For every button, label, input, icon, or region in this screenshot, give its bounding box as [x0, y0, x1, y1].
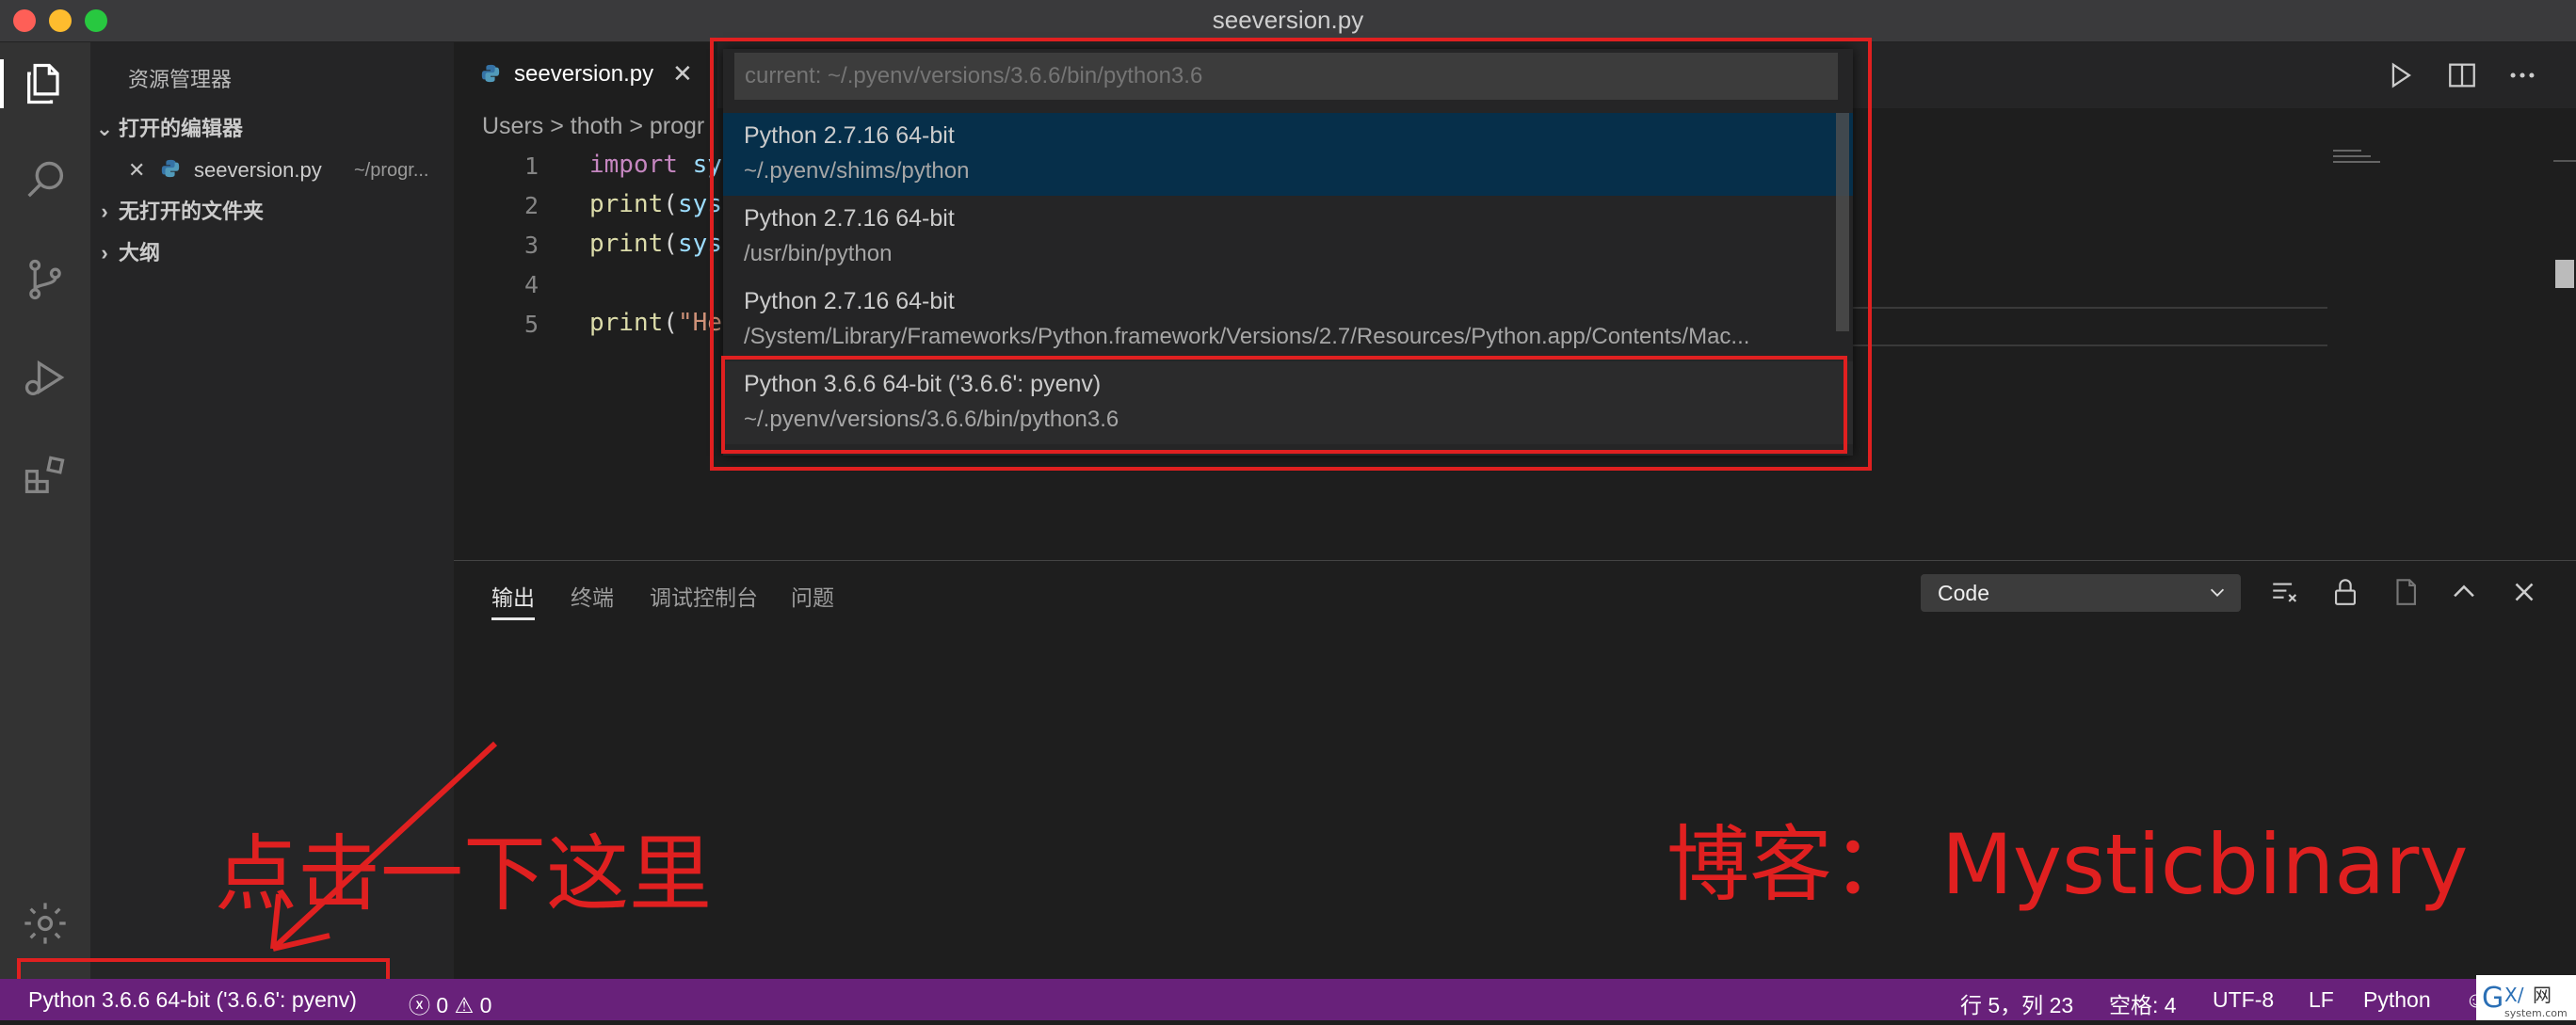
tab-problems[interactable]: 问题 [791, 580, 834, 612]
line-number: 4 [523, 271, 539, 298]
split-editor-icon[interactable] [2446, 59, 2478, 91]
warning-icon: ⚠ [454, 993, 475, 1017]
code-line-3[interactable]: print(sys [589, 230, 722, 258]
open-editor-filename: seeversion.py [194, 158, 322, 182]
editor-ruler [1853, 307, 2327, 309]
code-line-1[interactable]: import sy [589, 151, 722, 179]
language-mode[interactable]: Python [2363, 987, 2431, 1013]
output-channel-select[interactable]: Code [1921, 574, 2241, 612]
svg-text:system.com: system.com [2504, 1007, 2568, 1019]
maximize-panel-icon[interactable] [2448, 576, 2480, 608]
tab-output[interactable]: 输出 [491, 580, 535, 612]
line-number: 1 [523, 152, 539, 180]
no-folder-section[interactable]: › 无打开的文件夹 [90, 191, 454, 232]
active-indicator [0, 59, 4, 108]
close-editor-icon[interactable]: ✕ [128, 150, 145, 191]
annotation-box-selected-interpreter [721, 356, 1847, 454]
chevron-down-icon: ⌄ [95, 117, 114, 140]
sidebar-title: 资源管理器 [128, 68, 233, 91]
outline-label: 大纲 [119, 241, 161, 264]
site-watermark-logo: G X/ 网 system.com [2476, 975, 2576, 1020]
python-file-icon [480, 63, 501, 88]
error-icon: ⓧ [409, 993, 430, 1017]
debug-icon[interactable] [21, 353, 70, 402]
open-log-icon[interactable] [2390, 576, 2422, 608]
active-tab-underline [491, 617, 535, 620]
indentation-setting[interactable]: 空格: 4 [2109, 987, 2177, 1019]
annotation-arrow [270, 741, 498, 952]
encoding-setting[interactable]: UTF-8 [2213, 987, 2274, 1013]
error-count: 0 [436, 993, 449, 1017]
close-panel-icon[interactable] [2508, 576, 2540, 608]
close-tab-icon[interactable]: ✕ [672, 59, 693, 88]
open-editor-path: ~/progr... [354, 160, 429, 181]
tab-seeversion[interactable]: seeversion.py ✕ [454, 42, 717, 108]
output-channel-value: Code [1938, 581, 1989, 605]
line-number: 2 [523, 192, 539, 219]
svg-text:X/: X/ [2504, 984, 2524, 1006]
warning-count: 0 [479, 993, 492, 1017]
svg-text:G: G [2482, 982, 2504, 1015]
outline-section[interactable]: › 大纲 [90, 232, 454, 274]
overview-ruler-line [2553, 160, 2576, 162]
tab-terminal[interactable]: 终端 [571, 580, 614, 612]
scrollbar-thumb[interactable] [2555, 260, 2574, 288]
breadcrumb[interactable]: Users > thoth > progr [482, 113, 704, 140]
python-file-icon [160, 152, 181, 193]
eol-setting[interactable]: LF [2309, 987, 2334, 1013]
cursor-position[interactable]: 行 5，列 23 [1960, 987, 2073, 1019]
more-actions-icon[interactable] [2506, 59, 2538, 91]
svg-text:网: 网 [2533, 984, 2552, 1006]
tab-label: seeversion.py [514, 61, 654, 87]
search-icon[interactable] [21, 157, 70, 206]
run-icon[interactable] [2384, 59, 2416, 91]
open-editors-label: 打开的编辑器 [119, 117, 244, 140]
minimap[interactable] [2326, 146, 2429, 174]
settings-gear-icon[interactable] [21, 899, 70, 948]
code-line-2[interactable]: print(sys [589, 190, 722, 218]
line-number: 3 [523, 232, 539, 259]
problems-indicator[interactable]: ⓧ 0 ⚠ 0 [409, 987, 491, 1019]
python-interpreter-selector[interactable]: Python 3.6.6 64-bit ('3.6.6': pyenv) [28, 987, 357, 1013]
open-editor-item[interactable]: ✕ seeversion.py ~/progr... [90, 150, 454, 191]
title-bar: seeversion.py [0, 0, 2576, 42]
tab-debug-console[interactable]: 调试控制台 [650, 580, 758, 612]
annotation-blog: 博客： Mysticbinary [1666, 816, 2469, 913]
window-title: seeversion.py [1212, 6, 1364, 34]
clear-output-icon[interactable] [2269, 576, 2301, 608]
code-line-5[interactable]: print("He [589, 309, 722, 337]
line-number: 5 [523, 311, 539, 338]
lock-icon[interactable] [2329, 576, 2361, 608]
extensions-icon[interactable] [21, 451, 70, 500]
chevron-right-icon: › [101, 241, 108, 264]
no-folder-label: 无打开的文件夹 [119, 200, 265, 223]
chevron-down-icon [2207, 582, 2228, 602]
explorer-icon[interactable] [21, 59, 70, 108]
editor-ruler [1853, 344, 2327, 346]
activity-bar [0, 42, 90, 979]
status-bar: Python 3.6.6 64-bit ('3.6.6': pyenv) ⓧ 0… [0, 979, 2576, 1020]
source-control-icon[interactable] [21, 255, 70, 304]
open-editors-section[interactable]: ⌄ 打开的编辑器 [90, 108, 454, 150]
chevron-right-icon: › [101, 200, 108, 223]
